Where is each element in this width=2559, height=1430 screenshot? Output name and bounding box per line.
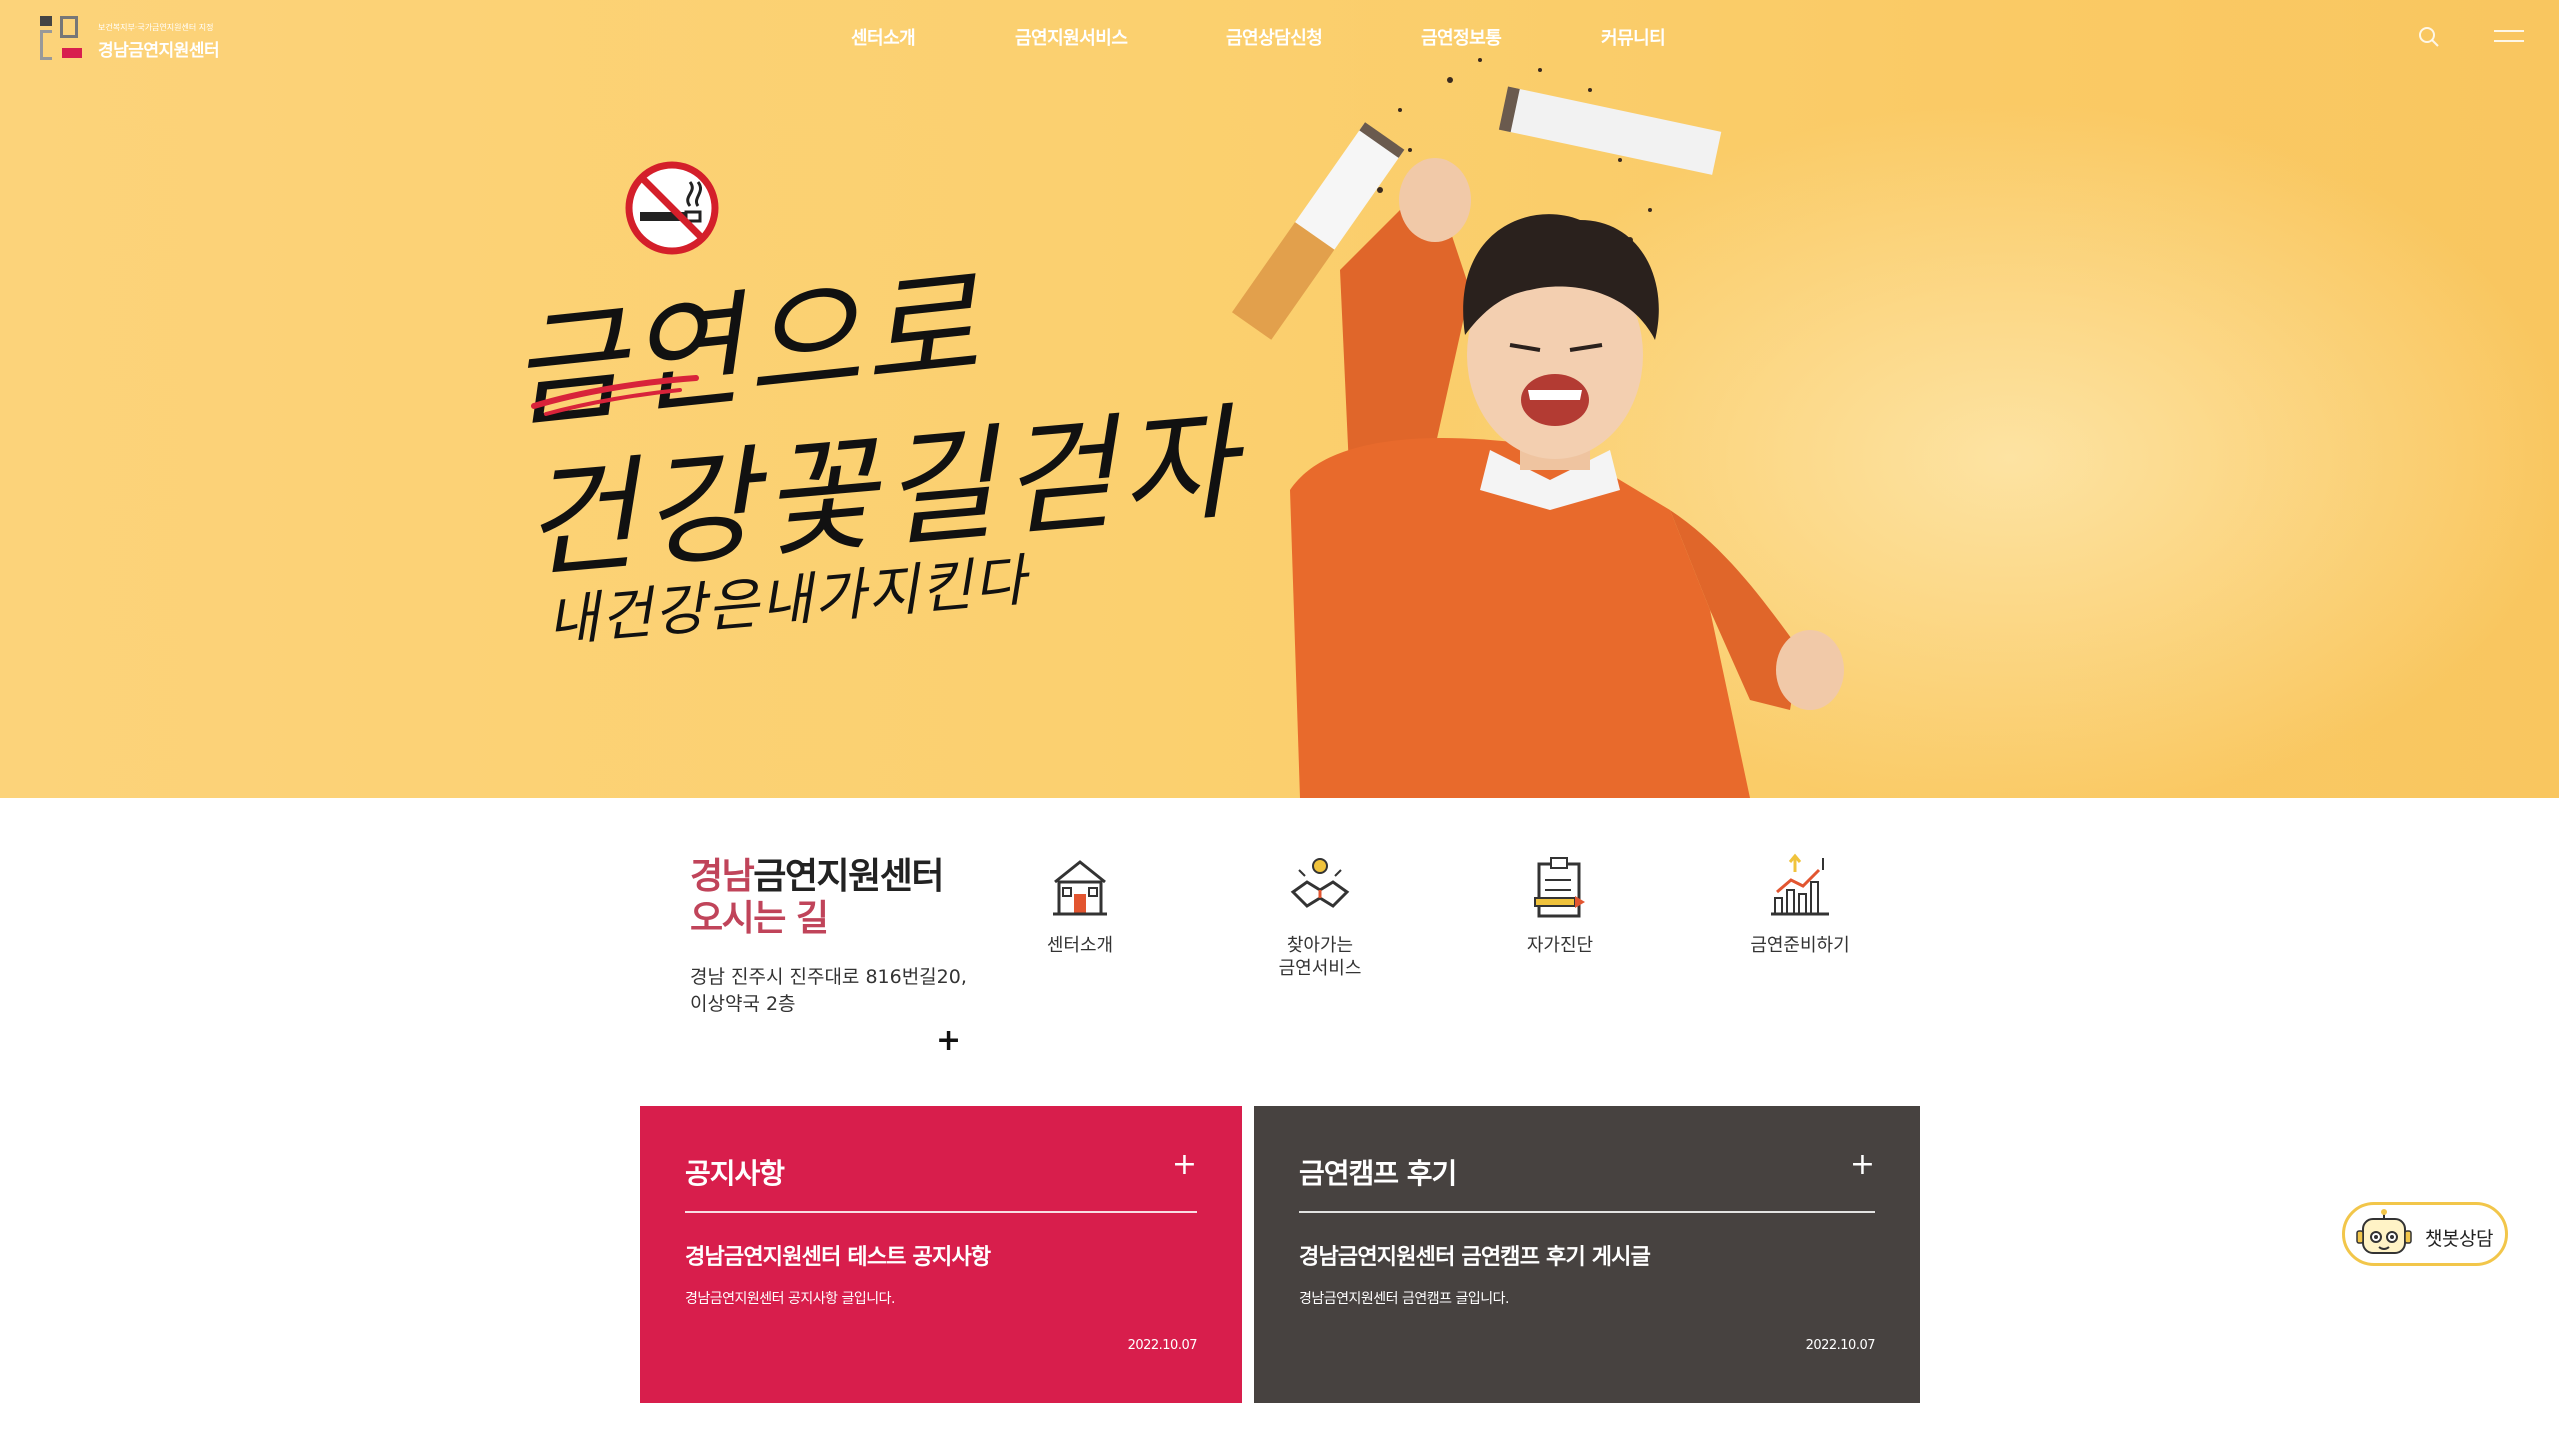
quick-link-label: 자가진단 [1526,935,1594,956]
review-post-title[interactable]: 경남금연지원센터 금연캠프 후기 게시글 [1299,1239,1651,1271]
notice-post-description: 경남금연지원센터 공지사항 글입니다. [685,1291,895,1307]
no-smoking-icon [624,160,720,256]
nav-item-community[interactable]: 커뮤니티 [1601,24,1666,50]
location-title-center: 금연지원센터 [753,856,944,897]
review-post-description: 경남금연지원센터 금연캠프 글입니다. [1299,1291,1509,1307]
notice-board-title[interactable]: 공지사항 [685,1152,785,1192]
building-icon [1053,860,1107,916]
quick-link-self-diagnosis[interactable]: 자가진단 [1470,852,1650,1002]
quick-link-prepare[interactable]: 금연준비하기 [1710,852,1890,1002]
search-icon[interactable] [2418,26,2440,48]
review-more-button[interactable]: + [1850,1148,1875,1182]
quick-link-center-intro[interactable]: 센터소개 [990,852,1170,1002]
quick-link-label: 센터소개 [1046,935,1114,956]
quick-link-visiting-service[interactable]: 찾아가는 금연서비스 [1230,852,1410,1002]
notice-post-date: 2022.10.07 [1127,1338,1198,1353]
growth-chart-icon [1771,853,1829,916]
location-title-directions: 오시는 길 [690,898,829,939]
address-line2: 이상약국 2층 [690,993,796,1015]
review-post-date: 2022.10.07 [1805,1338,1876,1353]
nav-item-counseling[interactable]: 금연상담신청 [1226,24,1323,50]
chatbot-button[interactable]: 챗봇상담 [2342,1202,2508,1266]
location-block: 경남금연지원센터 오시는 길 경남 진주시 진주대로 816번길20, 이상약국… [690,856,990,1056]
quick-link-label: 찾아가는 금연서비스 [1278,935,1362,979]
hero-person-image [1231,58,1844,798]
hero-banner: 보건복지부·국가금연지원센터 지정 경남금연지원센터 센터소개 금연지원서비스 … [0,0,2559,798]
location-title: 경남금연지원센터 오시는 길 [690,856,990,940]
address-line1: 경남 진주시 진주대로 816번길20, [690,966,967,988]
notice-divider [685,1211,1197,1213]
chatbot-label: 챗봇상담 [2425,1228,2493,1250]
handshake-icon [1290,858,1350,908]
quick-link-label: 금연준비하기 [1750,935,1850,956]
nav-item-info[interactable]: 금연정보통 [1421,24,1502,50]
review-board-title[interactable]: 금연캠프 후기 [1299,1152,1457,1192]
nav-item-support-service[interactable]: 금연지원서비스 [1015,24,1128,50]
clipboard-icon [1534,857,1585,918]
notice-more-button[interactable]: + [1172,1148,1197,1182]
hamburger-menu-icon[interactable] [2494,30,2524,46]
notice-post-title[interactable]: 경남금연지원센터 테스트 공지사항 [685,1239,991,1271]
location-more-button[interactable]: + [936,1026,961,1056]
review-divider [1299,1211,1875,1213]
notice-board: 공지사항 + 경남금연지원센터 테스트 공지사항 경남금연지원센터 공지사항 글… [640,1106,1242,1403]
location-address: 경남 진주시 진주대로 816번길20, 이상약국 2층 [690,964,990,1018]
nav-item-center-intro[interactable]: 센터소개 [851,24,916,50]
camp-review-board: 금연캠프 후기 + 경남금연지원센터 금연캠프 후기 게시글 경남금연지원센터 … [1254,1106,1920,1403]
robot-icon [2356,1209,2412,1254]
location-title-region: 경남 [690,856,755,897]
